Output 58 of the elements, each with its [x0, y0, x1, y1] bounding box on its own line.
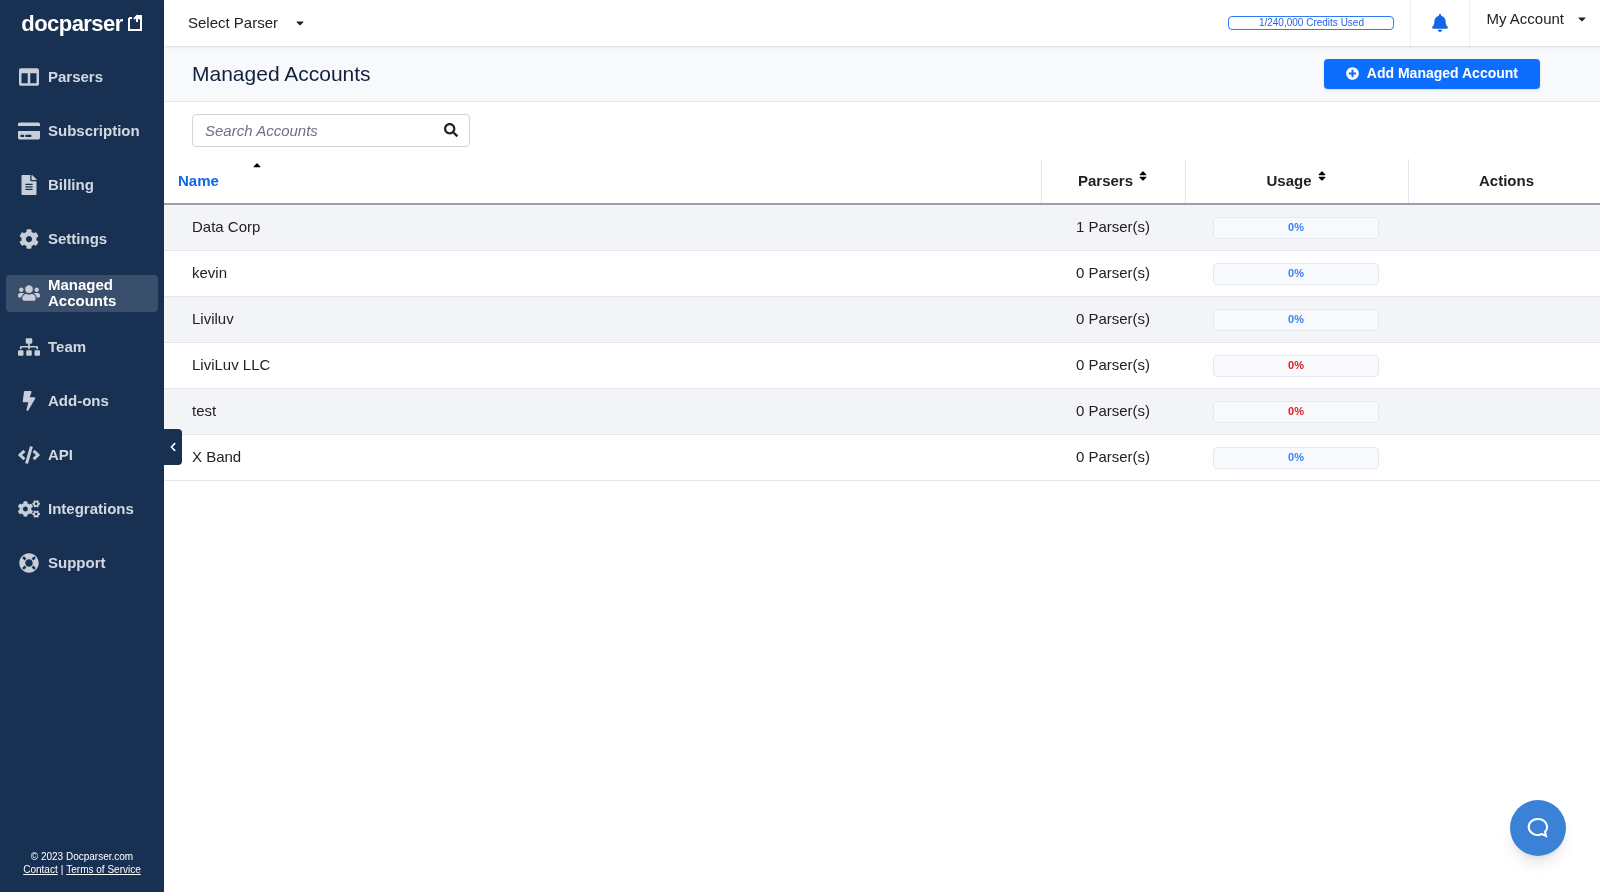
contact-link[interactable]: Contact: [23, 863, 58, 876]
account-name: Liviluv: [192, 310, 234, 328]
account-menu[interactable]: My Account: [1486, 8, 1588, 31]
usage-percent: 0%: [1288, 404, 1304, 420]
account-name: test: [192, 402, 217, 420]
account-name: kevin: [192, 264, 228, 282]
parsers-icon: [18, 67, 40, 87]
usage-percent: 0%: [1288, 358, 1304, 374]
parser-count: 0 Parser(s): [1074, 263, 1152, 284]
search-field[interactable]: Search Accounts: [192, 114, 470, 147]
account-name: Data Corp: [192, 218, 261, 236]
column-header[interactable]: Actions: [1479, 169, 1534, 193]
sidebar-item[interactable]: Parsers: [6, 58, 158, 96]
lifebuoy-icon: [18, 553, 40, 573]
chat-bubble-icon: [1526, 816, 1550, 840]
sidebar-item[interactable]: Support: [6, 544, 158, 582]
code-icon: [18, 445, 40, 465]
add-managed-account-button[interactable]: Add Managed Account: [1323, 58, 1540, 89]
card-icon: [18, 121, 40, 141]
copyright-text: © 2023 Docparser.com: [30, 850, 134, 863]
parser-count: 0 Parser(s): [1074, 401, 1152, 422]
column-header[interactable]: Parsers: [1077, 169, 1150, 193]
search-icon[interactable]: [444, 123, 458, 137]
parser-count: 0 Parser(s): [1074, 447, 1152, 468]
credits-text: 1/240,000 Credits Used: [1258, 18, 1364, 28]
notification-bell-icon[interactable]: [1431, 14, 1450, 32]
gear-icon: [18, 229, 40, 249]
column-header[interactable]: Name: [178, 169, 263, 193]
sidebar-item[interactable]: Integrations: [6, 490, 158, 528]
usage-percent: 0%: [1288, 220, 1304, 236]
usage-percent: 0%: [1288, 266, 1304, 282]
usage-percent: 0%: [1288, 450, 1304, 466]
terms-link[interactable]: Terms of Service: [66, 863, 141, 876]
gears-icon: [18, 499, 40, 519]
chevron-left-icon: [168, 442, 178, 452]
sidebar-item[interactable]: Managed Accounts: [6, 274, 158, 312]
sidebar-item[interactable]: Add-ons: [6, 382, 158, 420]
parser-count: 0 Parser(s): [1074, 355, 1152, 376]
parser-count: 1 Parser(s): [1074, 217, 1152, 238]
parser-select[interactable]: Select Parser: [188, 11, 307, 35]
logo-icon: [126, 14, 143, 32]
account-name: X Band: [192, 448, 242, 466]
link-separator: |: [60, 863, 64, 876]
page-title: Managed Accounts: [192, 60, 371, 87]
usage-percent: 0%: [1288, 312, 1304, 328]
logo-text[interactable]: docparser: [21, 6, 123, 40]
column-header[interactable]: Usage: [1266, 169, 1328, 193]
plus-icon: [1345, 67, 1359, 80]
people-icon: [18, 283, 40, 303]
sidebar-item[interactable]: API: [6, 436, 158, 474]
sidebar-item[interactable]: Billing: [6, 166, 158, 204]
parser-count: 0 Parser(s): [1074, 309, 1152, 330]
sidebar-item[interactable]: Settings: [6, 220, 158, 258]
hierarchy-icon: [18, 337, 40, 357]
account-name: LiviLuv LLC: [192, 356, 271, 374]
sidebar-item[interactable]: Team: [6, 328, 158, 366]
collapse-sidebar-button[interactable]: [164, 429, 182, 465]
sidebar-item[interactable]: Subscription: [6, 112, 158, 150]
